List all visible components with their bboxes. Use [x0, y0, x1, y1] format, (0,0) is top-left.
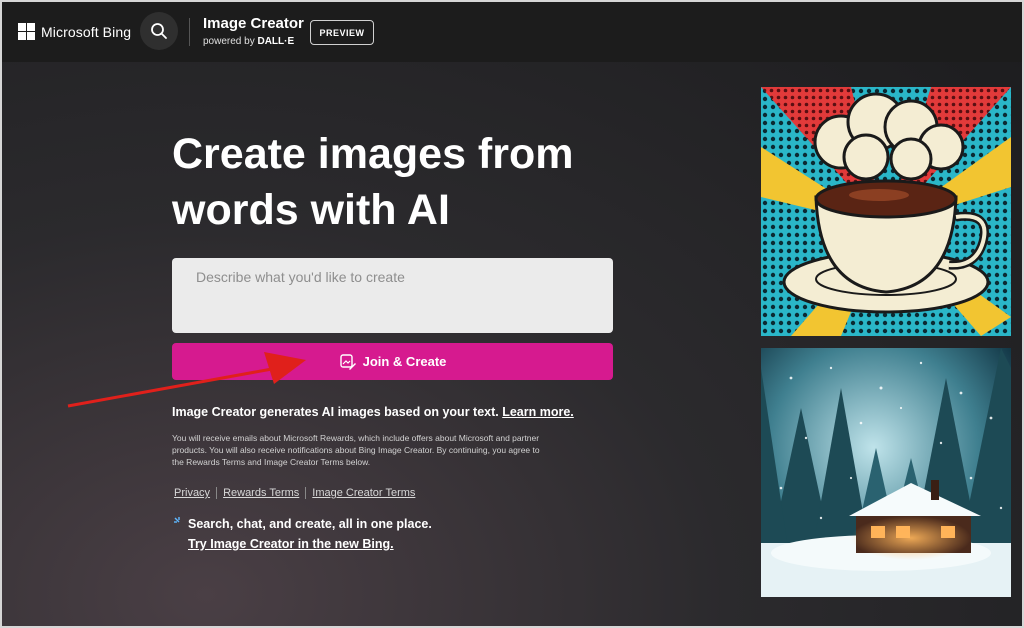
info-text: Image Creator generates AI images based …: [172, 405, 574, 419]
page-frame: Microsoft Bing Image Creator powered by …: [2, 2, 1022, 626]
sample-image-cabin[interactable]: [761, 348, 1011, 597]
image-creator-terms-link[interactable]: Image Creator Terms: [312, 487, 415, 499]
join-create-button[interactable]: Join & Create: [172, 343, 613, 380]
info-description: Image Creator generates AI images based …: [172, 405, 499, 419]
privacy-link[interactable]: Privacy: [174, 487, 210, 499]
cabin-art-image: [761, 348, 1011, 597]
windows-logo-icon: [18, 23, 35, 40]
header-divider: [189, 18, 190, 46]
image-create-icon: [339, 353, 356, 370]
powered-by-model: DALL·E: [257, 36, 295, 47]
rewards-terms-link[interactable]: Rewards Terms: [223, 487, 299, 499]
search-icon: [151, 23, 167, 39]
prompt-input[interactable]: [172, 258, 613, 333]
sparkle-icon: [174, 517, 180, 523]
microsoft-bing-logo[interactable]: Microsoft Bing: [18, 23, 131, 40]
footer-links: Privacy Rewards Terms Image Creator Term…: [174, 487, 415, 499]
promo-text: Search, chat, and create, all in one pla…: [188, 517, 432, 531]
preview-badge[interactable]: PREVIEW: [310, 20, 374, 45]
fine-print: You will receive emails about Microsoft …: [172, 433, 540, 467]
search-button[interactable]: [140, 12, 178, 50]
app-subtitle: powered by DALL·E: [203, 36, 294, 47]
link-divider: [305, 487, 307, 499]
new-bing-link[interactable]: Try Image Creator in the new Bing.: [188, 537, 394, 551]
link-divider: [216, 487, 218, 499]
top-header: Microsoft Bing Image Creator powered by …: [2, 2, 1022, 62]
sample-image-coffee[interactable]: [761, 87, 1011, 336]
brand-label: Microsoft Bing: [41, 23, 132, 40]
powered-by-prefix: powered by: [203, 36, 255, 47]
learn-more-link[interactable]: Learn more.: [502, 405, 574, 419]
join-create-label: Join & Create: [362, 354, 447, 369]
app-title[interactable]: Image Creator: [203, 15, 304, 32]
page-headline: Create images from words with AI: [172, 130, 574, 234]
coffee-art-image: [761, 87, 1011, 336]
